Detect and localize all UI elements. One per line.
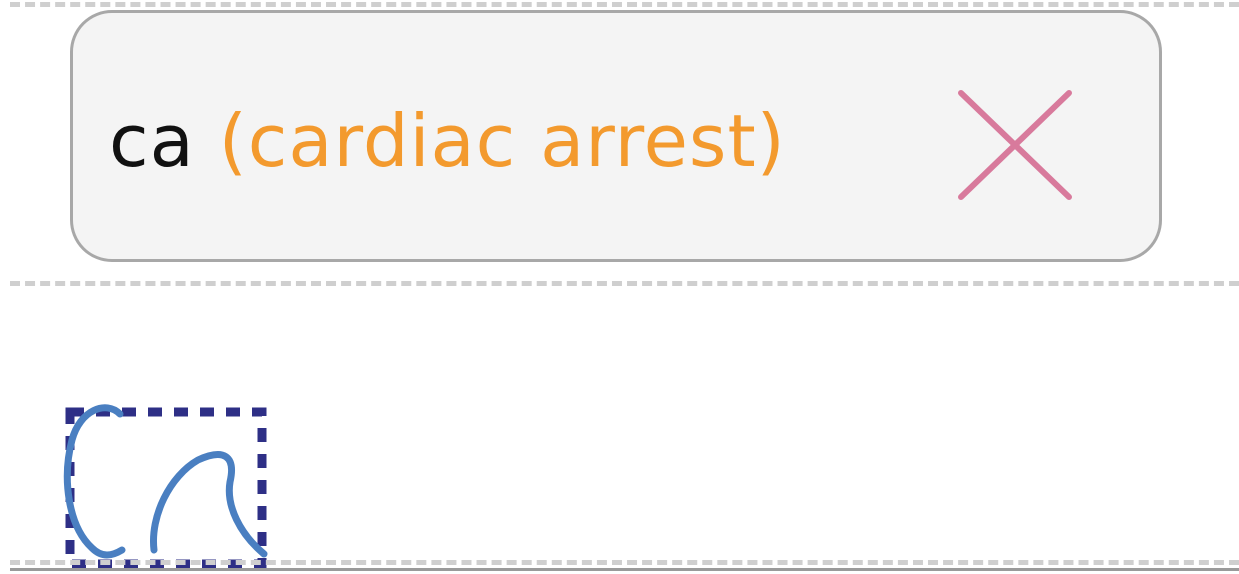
suggestion-text: ca (cardiac arrest)	[109, 105, 786, 177]
ink-stroke-a	[149, 451, 268, 558]
dismiss-button[interactable]	[955, 87, 1075, 207]
abbreviation-text: ca	[109, 99, 195, 183]
close-icon	[958, 90, 1072, 200]
middle-guide-line	[10, 281, 1239, 286]
baseline-rule	[10, 568, 1239, 571]
expansion-text: (cardiac arrest)	[218, 99, 786, 183]
abbreviation-suggestion-chip[interactable]: ca (cardiac arrest)	[70, 10, 1162, 262]
ink-stroke-c	[63, 404, 126, 559]
handwritten-ink-area[interactable]	[58, 400, 278, 570]
handwriting-canvas	[63, 404, 268, 569]
top-guide-line	[10, 2, 1239, 7]
bottom-guide-line	[10, 560, 1239, 565]
